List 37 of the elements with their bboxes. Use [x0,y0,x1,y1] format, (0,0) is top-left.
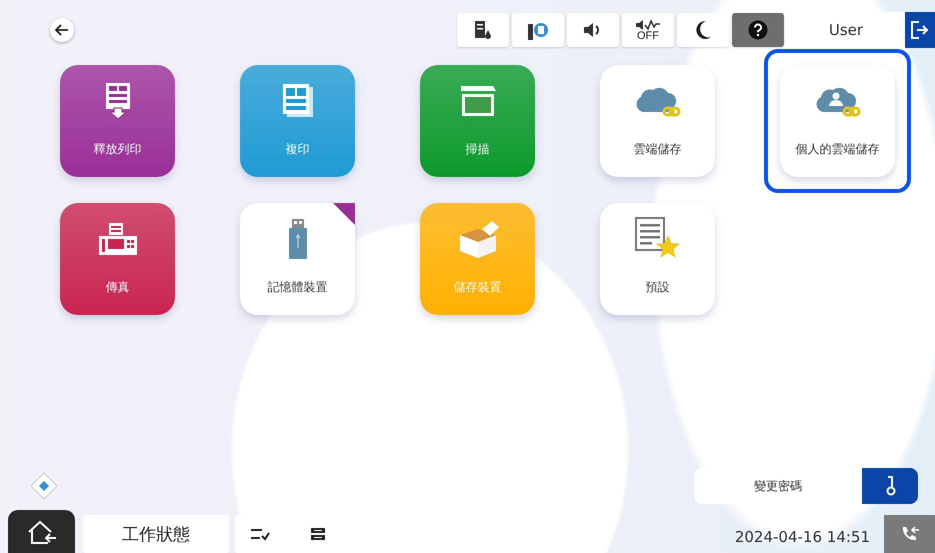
app-tile[interactable]: 雲端儲存 [600,65,715,177]
app-tile[interactable]: 預設 [600,203,715,315]
quiet-off-status-button[interactable]: OFF [622,13,674,47]
home-button[interactable] [8,510,75,553]
help-status-button[interactable] [732,13,784,47]
job-status-button[interactable]: 工作狀態 [83,515,229,553]
moon-icon [694,20,712,40]
document-copy-icon [280,83,314,119]
app-tile[interactable]: 個人的雲端儲存 [780,65,895,177]
app-tile[interactable]: 傳真 [60,203,175,315]
ink-cartridge-icon [474,20,492,40]
diamond-icon [30,472,58,500]
volume-status-button[interactable] [567,13,619,47]
logout-icon [910,20,930,40]
speaker-wave-icon [635,18,661,30]
back-button[interactable] [50,18,74,42]
key-button[interactable] [862,468,918,504]
tray-icon [310,527,326,541]
ink-status-button[interactable] [457,13,509,47]
phone-button[interactable] [884,515,935,553]
back-arrow-icon [55,24,69,36]
home-icon [26,518,58,544]
quiet-mode-label: OFF [637,30,659,42]
corner-flag-icon [333,203,355,225]
list-check-icon [250,527,270,541]
app-tile[interactable]: 記憶體裝置 [240,203,355,315]
app-tile[interactable]: 釋放列印 [60,65,175,177]
maintenance-status-button[interactable] [512,13,564,47]
date-time: 2024-04-16 14:51 [734,528,870,546]
usb-drive-icon [288,218,308,260]
logout-button[interactable] [905,12,935,48]
fax-machine-icon [96,222,138,256]
document-download-icon [104,82,130,120]
sleep-status-button[interactable] [677,13,729,47]
key-icon [884,475,896,497]
help-icon [748,20,768,40]
app-tile[interactable]: 掃描 [420,65,535,177]
